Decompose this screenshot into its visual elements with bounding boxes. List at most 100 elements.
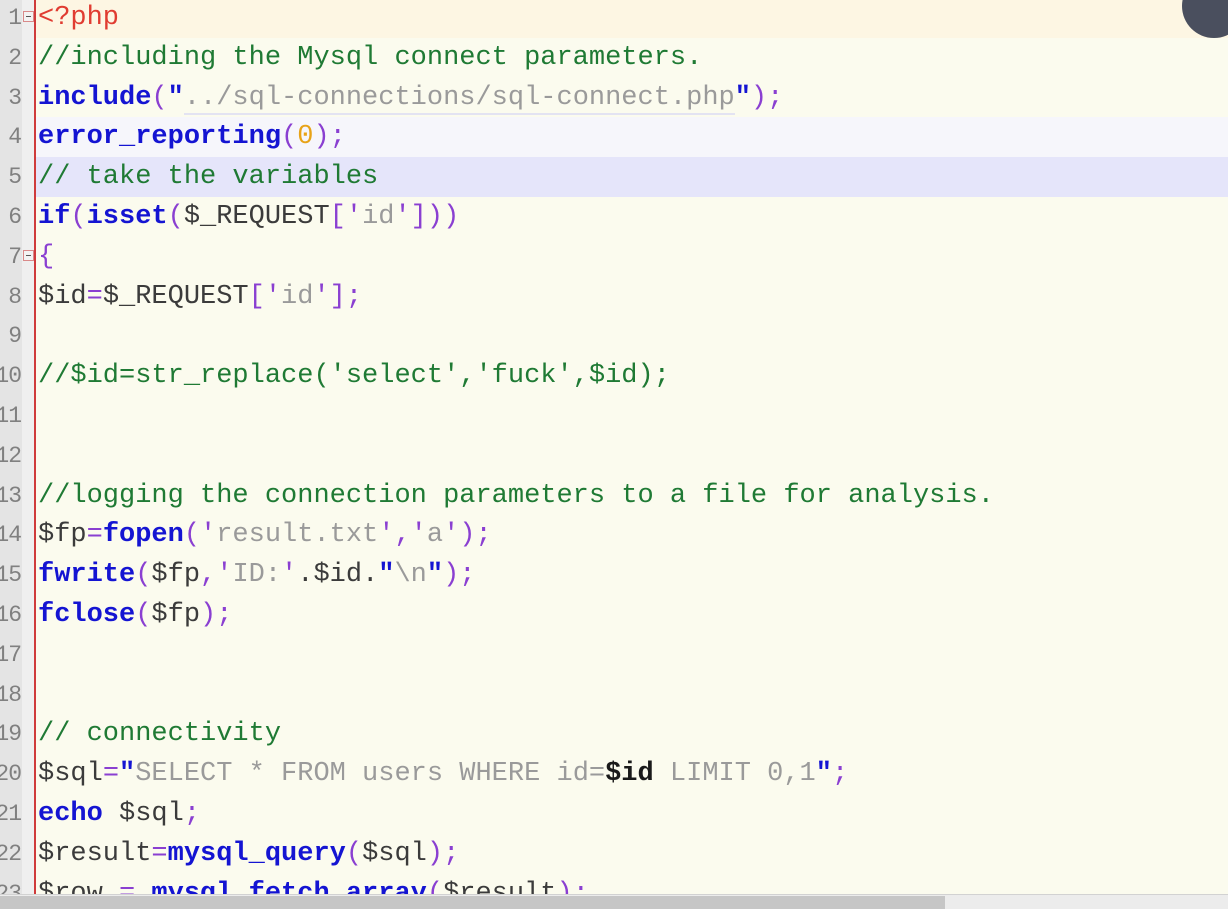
code-line[interactable] (36, 396, 1228, 436)
code-fold-toggle[interactable] (23, 249, 34, 261)
code-line-text: $fp=fopen('result.txt','a'); (36, 520, 492, 550)
code-line[interactable]: $sql="SELECT * FROM users WHERE id=$id L… (36, 754, 1228, 794)
line-number: 21 (0, 801, 22, 827)
code-line[interactable]: fclose($fp); (36, 595, 1228, 635)
code-token: ; (216, 600, 233, 630)
code-line-text: error_reporting(0); (36, 122, 346, 152)
code-line[interactable]: include("../sql-connections/sql-connect.… (36, 78, 1228, 118)
code-line[interactable]: //$id=str_replace('select','fuck',$id); (36, 356, 1228, 396)
code-token: ; (475, 520, 492, 551)
code-token: ' (378, 520, 395, 551)
code-token: " (167, 82, 184, 113)
code-line[interactable] (36, 316, 1228, 356)
code-line[interactable]: // take the variables (36, 157, 1228, 198)
code-token: ' (216, 560, 233, 591)
code-token: $sql (38, 759, 103, 790)
code-token: error_reporting (38, 122, 282, 153)
code-line-text: //$id=str_replace('select','fuck',$id); (36, 361, 670, 391)
horizontal-scrollbar-thumb[interactable] (0, 896, 945, 909)
code-token: include (38, 82, 152, 113)
code-token: ) (459, 520, 476, 551)
code-line[interactable]: $fp=fopen('result.txt','a'); (36, 515, 1228, 555)
code-token: ' (345, 202, 363, 232)
code-line[interactable]: // connectivity (36, 714, 1228, 754)
code-token: $fp (38, 520, 87, 551)
code-token: . (362, 560, 379, 591)
code-token: [ (329, 202, 346, 232)
line-number: 7 (8, 243, 22, 270)
code-line[interactable]: //including the Mysql connect parameters… (36, 38, 1228, 78)
code-token: mysql_fetch_array (151, 878, 427, 894)
code-line[interactable]: <?php (36, 0, 1228, 38)
code-token: { (38, 241, 55, 272)
code-line[interactable] (36, 436, 1228, 476)
code-line[interactable]: $row = mysql_fetch_array($result); (36, 874, 1228, 894)
code-token: ) (200, 600, 217, 630)
line-number-gutter: 1234567891011121314151617181920212223 (0, 0, 23, 894)
code-line-text: $sql="SELECT * FROM users WHERE id=$id L… (36, 759, 848, 789)
horizontal-scrollbar[interactable] (0, 894, 1228, 909)
code-token: [ (248, 281, 265, 312)
line-number: 3 (8, 84, 22, 111)
line-number: 6 (8, 204, 22, 230)
code-token: " (734, 82, 751, 113)
code-line-text: { (36, 242, 54, 272)
code-line[interactable]: $id=$_REQUEST['id']; (36, 277, 1228, 317)
code-token: $sql (119, 799, 184, 829)
code-line[interactable]: echo $sql; (36, 794, 1228, 834)
code-token: echo (38, 799, 103, 829)
code-token: result.txt (216, 520, 379, 551)
code-folding-margin[interactable] (22, 0, 34, 894)
code-line[interactable]: fwrite($fp,'ID:'.$id."\n"); (36, 555, 1228, 595)
code-line-text: //including the Mysql connect parameters… (36, 43, 702, 73)
code-line[interactable]: //logging the connection parameters to a… (36, 476, 1228, 516)
code-token: = (86, 520, 103, 551)
line-number: 11 (0, 403, 22, 429)
code-line[interactable]: { (36, 237, 1228, 277)
code-line-text: //logging the connection parameters to a… (36, 481, 994, 511)
code-token: . (297, 560, 314, 591)
code-token: id (362, 202, 395, 232)
line-number: 2 (8, 44, 22, 71)
code-token: " (378, 560, 395, 591)
code-token: = (102, 759, 120, 790)
code-token: ' (313, 281, 330, 312)
code-token: " (119, 759, 136, 790)
code-token: $sql (362, 838, 427, 869)
code-token: LIMIT 0,1 (653, 759, 816, 790)
code-token: \n (394, 560, 427, 591)
code-token: ) (426, 838, 444, 869)
code-token: ; (183, 799, 201, 829)
code-text-area[interactable]: <?php //including the Mysql connect param… (36, 0, 1228, 894)
code-token: a (426, 520, 444, 551)
code-token: " (426, 560, 444, 591)
line-number: 13 (0, 482, 22, 509)
code-token: , (394, 520, 411, 551)
line-number: 14 (0, 522, 22, 549)
code-token: $id (38, 281, 87, 312)
code-token: " (815, 759, 832, 790)
code-line[interactable] (36, 635, 1228, 675)
code-line-text: $row = mysql_fetch_array($result); (36, 879, 589, 894)
code-line-text: $result=mysql_query($sql); (36, 839, 459, 869)
code-line[interactable] (36, 675, 1228, 715)
code-line[interactable]: if(isset($_REQUEST['id'])) (36, 197, 1228, 237)
code-line-text: echo $sql; (36, 799, 200, 829)
code-token: ; (831, 759, 849, 790)
code-fold-toggle[interactable] (23, 11, 34, 22)
code-token: $result (443, 878, 557, 894)
line-number: 15 (0, 562, 22, 589)
code-token: ; (329, 122, 346, 153)
code-line[interactable]: error_reporting(0); (36, 117, 1228, 158)
code-token: id (281, 281, 314, 312)
code-line[interactable]: $result=mysql_query($sql); (36, 834, 1228, 874)
line-number: 4 (8, 124, 22, 151)
code-token: ) (556, 878, 573, 894)
code-token: ( (135, 600, 152, 630)
line-number: 19 (0, 721, 22, 748)
